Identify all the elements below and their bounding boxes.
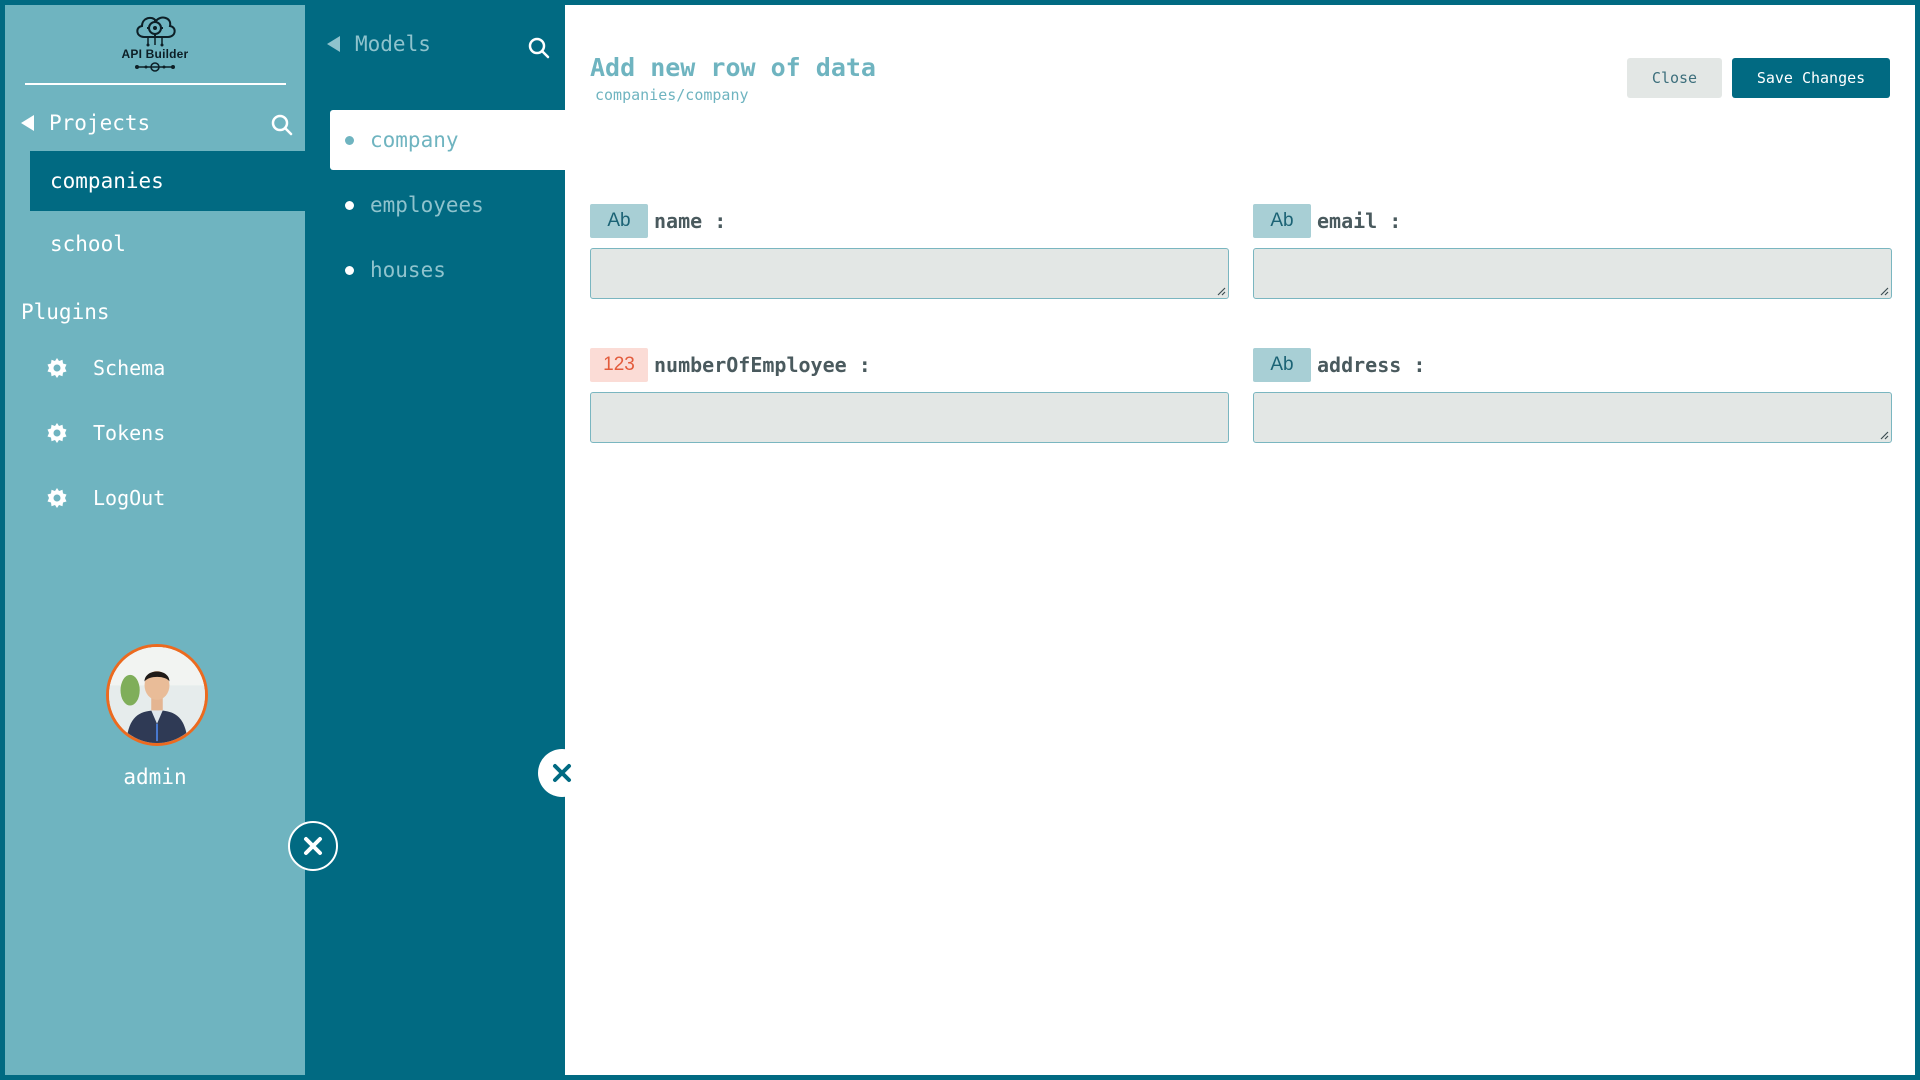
model-item-employees[interactable]: employees xyxy=(330,175,565,235)
name-input[interactable] xyxy=(590,248,1229,299)
field-label: Ab address : xyxy=(1253,348,1892,382)
number-type-badge: 123 xyxy=(590,348,648,382)
logo-text: API Builder xyxy=(121,47,189,61)
field-name-label: numberOfEmployee : xyxy=(654,353,871,377)
models-header-label: Models xyxy=(355,32,431,56)
number-of-employee-input[interactable] xyxy=(590,392,1229,443)
email-input[interactable] xyxy=(1253,248,1892,299)
model-item-label: houses xyxy=(370,258,446,282)
field-name: Ab name : xyxy=(590,204,1229,299)
logo-circuit-icon xyxy=(135,62,175,72)
bullet-icon xyxy=(345,265,354,275)
plugins-header-label: Plugins xyxy=(21,300,110,324)
field-label: Ab email : xyxy=(1253,204,1892,238)
project-item-companies[interactable]: companies xyxy=(30,151,305,211)
field-number-of-employee: 123 numberOfEmployee : xyxy=(590,348,1229,443)
projects-header-label: Projects xyxy=(49,111,151,135)
username: admin xyxy=(123,765,187,789)
add-row-panel: Add new row of data companies/company Cl… xyxy=(565,5,1915,1075)
plugin-item-schema[interactable]: Schema xyxy=(45,348,165,388)
logo-divider xyxy=(25,83,286,85)
field-email: Ab email : xyxy=(1253,204,1892,299)
field-address: Ab address : xyxy=(1253,348,1892,443)
field-name-label: name : xyxy=(654,209,727,233)
resize-handle-icon[interactable] xyxy=(1216,286,1226,296)
field-name-label: email : xyxy=(1317,209,1402,233)
avatar[interactable] xyxy=(106,644,208,746)
search-icon[interactable] xyxy=(270,113,294,137)
text-type-badge: Ab xyxy=(1253,348,1311,382)
project-item-label: companies xyxy=(50,169,164,193)
text-type-badge: Ab xyxy=(1253,204,1311,238)
field-label: Ab name : xyxy=(590,204,1229,238)
save-changes-button[interactable]: Save Changes xyxy=(1732,58,1890,98)
search-icon[interactable] xyxy=(527,36,551,60)
field-label: 123 numberOfEmployee : xyxy=(590,348,1229,382)
text-type-badge: Ab xyxy=(590,204,648,238)
plugin-item-logout[interactable]: LogOut xyxy=(45,478,165,518)
close-sidebar-button[interactable] xyxy=(288,821,338,871)
model-item-houses[interactable]: houses xyxy=(330,240,565,300)
page-title: Add new row of data xyxy=(590,53,876,82)
projects-header[interactable]: Projects xyxy=(21,111,150,135)
bullet-icon xyxy=(345,200,354,210)
model-item-label: company xyxy=(370,128,459,152)
models-header[interactable]: Models xyxy=(327,32,431,56)
logo-icon xyxy=(136,16,176,47)
plugin-item-label: Schema xyxy=(93,356,166,380)
close-models-button[interactable] xyxy=(538,749,586,797)
app-logo: API Builder xyxy=(5,11,305,81)
project-item-label: school xyxy=(50,232,126,256)
collapse-arrow-icon xyxy=(327,36,340,52)
model-item-company[interactable]: company xyxy=(330,110,565,170)
close-button[interactable]: Close xyxy=(1627,58,1722,98)
field-name-label: address : xyxy=(1317,353,1426,377)
gear-icon xyxy=(47,488,67,508)
gear-icon xyxy=(47,358,67,378)
plugin-item-label: LogOut xyxy=(93,486,166,510)
gear-icon xyxy=(47,423,67,443)
model-item-label: employees xyxy=(370,193,484,217)
collapse-arrow-icon xyxy=(21,115,34,131)
avatar-photo xyxy=(109,647,205,743)
project-item-school[interactable]: school xyxy=(30,214,305,274)
bullet-icon xyxy=(345,135,354,145)
resize-handle-icon[interactable] xyxy=(1879,286,1889,296)
breadcrumb: companies/company xyxy=(595,86,749,104)
close-icon xyxy=(553,764,571,782)
plugin-item-label: Tokens xyxy=(93,421,166,445)
close-icon xyxy=(304,837,322,855)
plugins-header: Plugins xyxy=(21,300,110,324)
resize-handle-icon[interactable] xyxy=(1879,430,1889,440)
sidebar: API Builder Projects companies school Pl… xyxy=(5,5,305,1075)
plugin-item-tokens[interactable]: Tokens xyxy=(45,413,165,453)
address-input[interactable] xyxy=(1253,392,1892,443)
